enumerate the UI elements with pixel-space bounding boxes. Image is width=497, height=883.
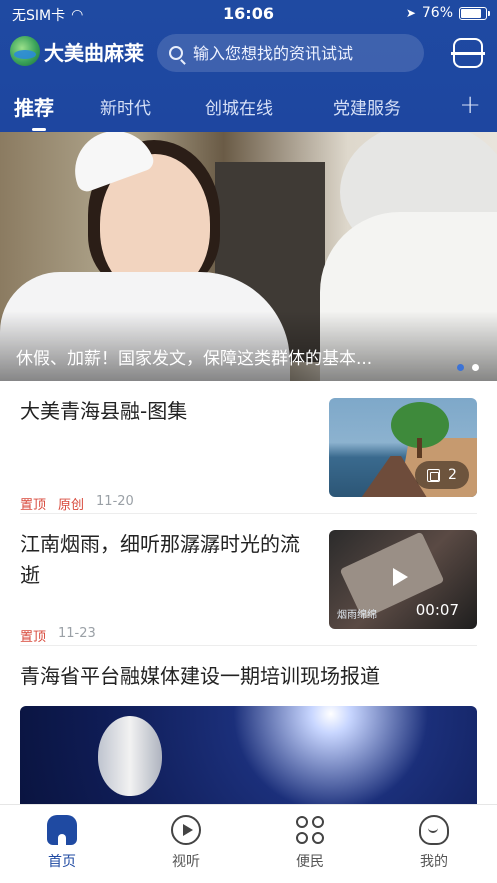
article-thumbnail[interactable]: 2 — [329, 398, 477, 497]
scan-icon[interactable] — [451, 38, 485, 68]
search-input[interactable] — [193, 43, 413, 63]
list-item[interactable]: 江南烟雨，细听那潺潺时光的流逝 置顶 11-23 烟雨绵绵 00:07 — [20, 529, 477, 645]
nav-profile-label: 我的 — [420, 854, 448, 870]
list-item[interactable]: 青海省平台融媒体建设一期培训现场报道 — [20, 661, 477, 701]
nav-media-label: 视听 — [172, 854, 200, 870]
banner-carousel[interactable]: 休假、加薪！国家发文，保障这类群体的基本... — [0, 132, 497, 381]
list-item[interactable]: 大美青海县融-图集 置顶 原创 11-20 2 — [20, 396, 477, 513]
video-duration: 00:07 — [415, 601, 459, 619]
banner-caption: 休假、加薪！国家发文，保障这类群体的基本... — [16, 349, 373, 369]
carousel-dot-active[interactable] — [472, 364, 479, 371]
article-date: 11-20 — [96, 494, 134, 509]
bottom-tab-bar: 首页 视听 便民 我的 — [0, 804, 497, 883]
nav-media[interactable]: 视听 — [146, 815, 226, 871]
active-tab-indicator — [32, 128, 46, 131]
gallery-count: 2 — [448, 467, 457, 483]
top-bar: 大美曲麻莱 — [0, 30, 497, 74]
play-circle-icon — [171, 815, 201, 845]
divider — [20, 645, 477, 646]
article-date: 11-23 — [58, 626, 96, 641]
article-cover-image[interactable] — [20, 706, 477, 804]
home-icon — [47, 815, 77, 845]
search-icon — [169, 46, 183, 60]
gallery-icon — [427, 468, 441, 482]
app-logo[interactable]: 大美曲麻莱 — [10, 36, 144, 66]
app-name: 大美曲麻莱 — [44, 40, 144, 65]
gallery-badge: 2 — [415, 461, 469, 489]
nav-services-label: 便民 — [296, 854, 324, 870]
play-icon — [393, 568, 408, 586]
search-bar[interactable] — [157, 34, 424, 72]
pinned-tag: 置顶 — [20, 630, 47, 645]
logo-mark-icon — [10, 36, 40, 66]
divider — [20, 513, 477, 514]
status-bar: 无SIM卡 ◠ 16:06 ➤ 76% — [0, 0, 497, 28]
channel-tabs: 推荐 新时代 创城在线 党建服务 + — [0, 86, 497, 131]
battery-icon — [459, 6, 490, 20]
original-tag: 原创 — [58, 498, 85, 513]
tab-new-era[interactable]: 新时代 — [100, 94, 151, 119]
tab-city-online[interactable]: 创城在线 — [205, 94, 273, 119]
article-title: 大美青海县融-图集 — [20, 399, 188, 423]
video-thumbnail[interactable]: 烟雨绵绵 00:07 — [329, 530, 477, 629]
battery-percent: 76% — [421, 5, 453, 21]
nav-home[interactable]: 首页 — [22, 815, 102, 871]
video-watermark: 烟雨绵绵 — [337, 610, 377, 621]
nav-profile[interactable]: 我的 — [394, 815, 474, 871]
location-icon: ➤ — [405, 6, 416, 20]
carousel-indicator — [457, 364, 479, 371]
user-icon — [419, 815, 449, 845]
app-header: 无SIM卡 ◠ 16:06 ➤ 76% 大美曲麻莱 推荐 新时代 创城在线 党建… — [0, 0, 497, 132]
carousel-dot[interactable] — [457, 364, 464, 371]
tab-recommend[interactable]: 推荐 — [14, 92, 54, 121]
add-channel-button[interactable]: + — [459, 90, 481, 120]
grid-icon — [295, 815, 325, 845]
tab-party-service[interactable]: 党建服务 — [333, 94, 401, 119]
pinned-tag: 置顶 — [20, 498, 47, 513]
nav-home-label: 首页 — [48, 854, 76, 870]
article-title: 青海省平台融媒体建设一期培训现场报道 — [20, 664, 380, 688]
nav-services[interactable]: 便民 — [270, 815, 350, 871]
article-title: 江南烟雨，细听那潺潺时光的流逝 — [20, 532, 300, 587]
